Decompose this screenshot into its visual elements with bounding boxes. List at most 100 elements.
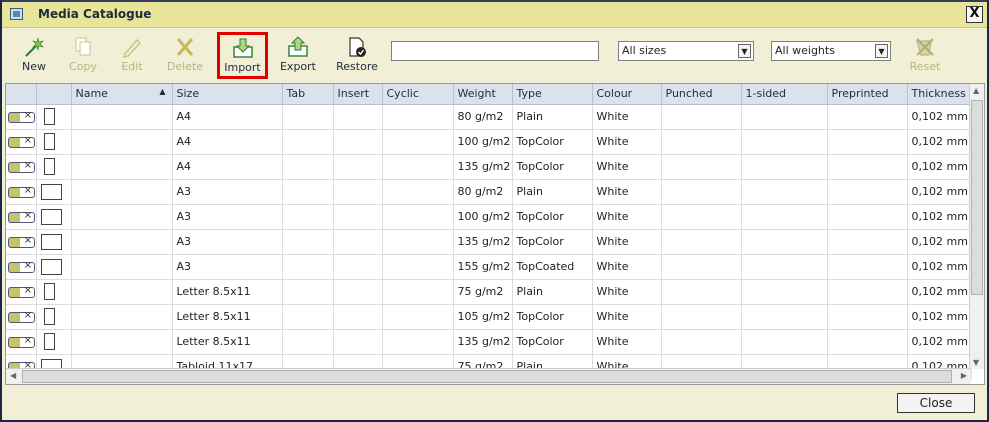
tray-cell[interactable] [6,154,37,180]
column-header-cyclic[interactable]: Cyclic [382,84,454,105]
empty-cell [661,154,742,180]
size-cell: A3 [172,179,283,205]
orientation-cell [36,179,72,205]
empty-cell [741,304,828,330]
tray-icon[interactable] [8,285,35,298]
table-row[interactable]: Letter 8.5x11 75 g/m2PlainWhite 0,102 mm [6,279,972,305]
empty-cell [282,154,334,180]
scroll-down-icon[interactable]: ▼ [973,358,979,367]
copy-icon [75,37,91,56]
window-close-button[interactable]: X [966,6,983,23]
tray-icon[interactable] [8,110,35,123]
tray-cell[interactable] [6,104,37,130]
empty-cell [661,229,742,255]
tray-cell[interactable] [6,304,37,330]
tray-cell[interactable] [6,329,37,355]
scroll-left-icon[interactable]: ◀ [10,371,16,380]
tray-icon[interactable] [8,235,35,248]
export-button[interactable]: Export [273,32,323,78]
tray-cell[interactable] [6,204,37,230]
column-header-weight[interactable]: Weight [453,84,513,105]
delete-button[interactable]: Delete [160,32,210,78]
portrait-sheet-icon [43,158,55,175]
empty-cell [661,179,742,205]
empty-cell [661,204,742,230]
landscape-sheet-icon [40,208,62,225]
table-row[interactable]: A4 80 g/m2PlainWhite 0,102 mm [6,104,972,130]
window-title: Media Catalogue [38,7,152,21]
empty-cell [661,329,742,355]
horizontal-scroll-thumb[interactable] [22,370,952,383]
table-row[interactable]: A3 100 g/m2TopColorWhite 0,102 mm [6,204,972,230]
column-header-label: Name [75,87,108,101]
landscape-sheet-icon [40,233,62,250]
tray-cell[interactable] [6,129,37,155]
close-button[interactable]: Close [897,393,975,413]
empty-cell [382,204,454,230]
empty-cell [282,204,334,230]
tray-icon[interactable] [8,160,35,173]
column-header-tab[interactable]: Tab [282,84,334,105]
new-button[interactable]: New [9,32,59,78]
toolbar: New Copy Edit Delete Import Export Resto… [2,28,987,80]
tray-icon[interactable] [8,260,35,273]
empty-cell [382,329,454,355]
table-row[interactable]: Letter 8.5x11 105 g/m2TopColorWhite 0,102 … [6,304,972,330]
weight-filter-select[interactable]: All weights ▼ [771,41,891,61]
size-filter-select[interactable]: All sizes ▼ [618,41,754,61]
tray-icon[interactable] [8,310,35,323]
tray-icon[interactable] [8,335,35,348]
column-header-colour[interactable]: Colour [592,84,662,105]
empty-cell [827,179,908,205]
empty-cell [661,279,742,305]
edit-button[interactable]: Edit [107,32,157,78]
tray-icon[interactable] [8,185,35,198]
vertical-scroll-thumb[interactable] [971,100,983,295]
reset-button[interactable]: Reset [900,32,950,78]
column-header-1-sided[interactable]: 1-sided [741,84,828,105]
table-row[interactable]: A3 155 g/m2TopCoatedWhite 0,102 mm [6,254,972,280]
tray-icon[interactable] [8,135,35,148]
tray-cell[interactable] [6,179,37,205]
column-header-name[interactable]: Name ▲ [71,84,173,105]
tray-icon[interactable] [8,210,35,223]
column-header-type[interactable]: Type [512,84,593,105]
column-header-insert[interactable]: Insert [333,84,383,105]
weight-cell: 100 g/m2 [453,129,513,155]
table-row[interactable]: A4 100 g/m2TopColorWhite 0,102 mm [6,129,972,155]
column-header-preprinted[interactable]: Preprinted [827,84,908,105]
column-header-blank-1[interactable] [36,84,72,105]
column-header-thickness[interactable]: Thickness [907,84,972,105]
search-input[interactable] [391,41,599,61]
portrait-sheet-icon [43,283,55,300]
horizontal-scrollbar[interactable]: ◀ ▶ [6,368,971,384]
type-cell: TopCoated [512,254,593,280]
tray-cell[interactable] [6,254,37,280]
orientation-cell [36,254,72,280]
copy-button[interactable]: Copy [58,32,108,78]
weight-cell: 80 g/m2 [453,179,513,205]
table-row[interactable]: A3 135 g/m2TopColorWhite 0,102 mm [6,229,972,255]
colour-cell: White [592,204,662,230]
column-header-punched[interactable]: Punched [661,84,742,105]
table-row[interactable]: A4 135 g/m2TopColorWhite 0,102 mm [6,154,972,180]
tray-cell[interactable] [6,229,37,255]
import-label: Import [224,61,261,74]
colour-cell: White [592,279,662,305]
thickness-cell: 0,102 mm [907,104,972,130]
table-row[interactable]: Letter 8.5x11 135 g/m2TopColorWhite 0,102 … [6,329,972,355]
import-button[interactable]: Import [217,32,268,79]
empty-cell [333,279,383,305]
colour-cell: White [592,154,662,180]
type-cell: Plain [512,104,593,130]
scroll-right-icon[interactable]: ▶ [961,371,967,380]
column-header-blank-0[interactable] [6,84,37,105]
tray-cell[interactable] [6,279,37,305]
empty-cell [827,279,908,305]
scroll-up-icon[interactable]: ▲ [973,86,979,95]
table-row[interactable]: A3 80 g/m2PlainWhite 0,102 mm [6,179,972,205]
vertical-scrollbar[interactable]: ▲ ▼ [969,84,984,369]
column-header-size[interactable]: Size [172,84,283,105]
landscape-sheet-icon [40,183,62,200]
restore-button[interactable]: Restore [332,32,382,78]
